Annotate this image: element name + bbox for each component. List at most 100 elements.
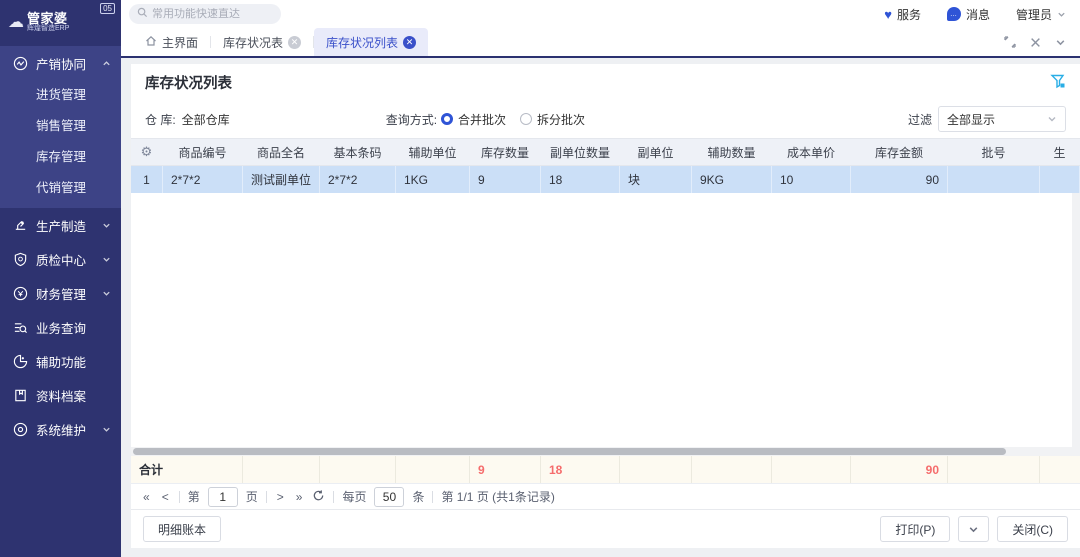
cell-production <box>1040 166 1080 193</box>
column-header[interactable]: 副单位 <box>620 139 692 165</box>
next-page-button[interactable]: > <box>275 490 286 504</box>
total-row: 合计 9 18 90 <box>131 456 1080 484</box>
sidebar-item-manufacturing[interactable]: 生产制造 <box>0 208 121 242</box>
message-menu[interactable]: … 消息 <box>947 6 990 23</box>
search-input[interactable] <box>152 8 272 20</box>
sidebar-item-finance-management[interactable]: 财务管理 <box>0 276 121 310</box>
logo-subtitle: 辉煌智造ERP <box>27 25 69 32</box>
sidebar-item-business-query[interactable]: 业务查询 <box>0 310 121 344</box>
search-list-icon <box>12 319 28 335</box>
filter-select-value: 全部显示 <box>947 111 995 128</box>
sidebar-item-label: 资料档案 <box>36 386 111 405</box>
tab-home[interactable]: 主界面 <box>133 28 210 56</box>
refresh-icon[interactable] <box>312 489 325 505</box>
tab-bar: 主界面 库存状况表 ✕ 库存状况列表 ✕ <box>121 28 1080 58</box>
column-header[interactable]: 库存数量 <box>470 139 541 165</box>
column-header[interactable]: 商品编号 <box>163 139 243 165</box>
sidebar-item-label: 辅助功能 <box>36 352 111 371</box>
column-header[interactable]: 批号 <box>948 139 1040 165</box>
heart-icon: ♥ <box>884 7 892 22</box>
print-button[interactable]: 打印(P) <box>880 516 950 542</box>
filter-select[interactable]: 全部显示 <box>938 106 1066 132</box>
filter-funnel-icon[interactable] <box>1050 73 1066 92</box>
sidebar-subitem-purchase-management[interactable]: 进货管理 <box>0 80 121 111</box>
column-header[interactable]: 辅助数量 <box>692 139 772 165</box>
sidebar-item-system-maintenance[interactable]: 系统维护 <box>0 412 121 446</box>
sidebar-item-production-sales-collab[interactable]: 产销协同 <box>0 46 121 80</box>
stock-table: ⚙ 商品编号 商品全名 基本条码 辅助单位 库存数量 副单位数量 副单位 辅助数… <box>131 138 1080 193</box>
sidebar-subitem-inventory-management[interactable]: 库存管理 <box>0 142 121 173</box>
page-number-input[interactable] <box>208 487 238 507</box>
total-cell <box>620 456 692 483</box>
radio-split-batches[interactable]: 拆分批次 <box>520 111 585 128</box>
service-menu[interactable]: ♥ 服务 <box>884 6 921 23</box>
radio-merge-batches[interactable]: 合并批次 <box>441 111 506 128</box>
page-title: 库存状况列表 <box>145 72 232 93</box>
maximize-icon[interactable] <box>1004 36 1016 48</box>
query-mode-label: 查询方式: <box>386 111 437 128</box>
tab-stock-status-list[interactable]: 库存状况列表 ✕ <box>314 28 428 56</box>
table-row-selected[interactable]: 1 2*7*2 测试副单位 2*7*2 1KG 9 18 块 9KG 10 90 <box>131 166 1080 193</box>
column-header[interactable]: 基本条码 <box>320 139 396 165</box>
vertical-scrollbar[interactable] <box>1072 193 1080 447</box>
app-window: ☁ 管家婆 辉煌智造ERP 05 产销协同 进货管理 销售管理 库存管理 代销管 <box>0 0 1080 557</box>
quick-search[interactable] <box>129 4 281 24</box>
column-header[interactable]: 成本单价 <box>772 139 851 165</box>
detail-ledger-button[interactable]: 明细账本 <box>143 516 221 542</box>
content-area: 库存状况列表 仓 库: 全部仓库 查询方式: 合并批次 <box>121 58 1080 557</box>
column-header[interactable]: 副单位数量 <box>541 139 620 165</box>
total-cell <box>320 456 396 483</box>
total-label: 合计 <box>131 456 243 483</box>
shield-icon <box>12 251 28 267</box>
divider <box>266 491 267 503</box>
cell-product-name: 测试副单位 <box>243 166 320 193</box>
app-logo: ☁ 管家婆 辉煌智造ERP 05 <box>0 0 121 44</box>
close-all-icon[interactable] <box>1030 37 1041 48</box>
cell-aux-qty: 9KG <box>692 166 772 193</box>
logo-version-badge: 05 <box>100 3 115 14</box>
sidebar: ☁ 管家婆 辉煌智造ERP 05 产销协同 进货管理 销售管理 库存管理 代销管 <box>0 0 121 557</box>
close-icon[interactable]: ✕ <box>288 36 301 49</box>
target-gear-icon <box>12 421 28 437</box>
column-header[interactable]: 辅助单位 <box>396 139 470 165</box>
warehouse-value[interactable]: 全部仓库 <box>182 111 230 128</box>
close-button[interactable]: 关闭(C) <box>997 516 1068 542</box>
tab-stock-status-report[interactable]: 库存状况表 ✕ <box>211 28 313 56</box>
column-header[interactable]: 库存金额 <box>851 139 948 165</box>
footer-bar: 明细账本 打印(P) 关闭(C) <box>131 510 1080 548</box>
page-label-post: 页 <box>246 488 258 505</box>
sidebar-subitem-sales-management[interactable]: 销售管理 <box>0 111 121 142</box>
cell-stock-amount: 90 <box>851 166 948 193</box>
total-cell <box>692 456 772 483</box>
filter-label: 过滤 <box>908 111 932 128</box>
radio-dot <box>520 113 532 125</box>
close-icon[interactable]: ✕ <box>403 36 416 49</box>
logo-brand: 管家婆 <box>27 12 69 26</box>
print-options-button[interactable] <box>958 516 989 542</box>
sidebar-item-data-archives[interactable]: 资料档案 <box>0 378 121 412</box>
column-header[interactable]: 生 <box>1040 139 1080 165</box>
robot-arm-icon <box>12 217 28 233</box>
tab-label: 库存状况列表 <box>326 34 398 51</box>
last-page-button[interactable]: » <box>294 490 305 504</box>
chevron-down-icon <box>102 425 111 434</box>
column-header[interactable]: 商品全名 <box>243 139 320 165</box>
cell-aux-unit: 1KG <box>396 166 470 193</box>
total-cell <box>1040 456 1080 483</box>
cell-sub-unit: 块 <box>620 166 692 193</box>
first-page-button[interactable]: « <box>141 490 152 504</box>
sidebar-subitem-consignment-management[interactable]: 代销管理 <box>0 173 121 204</box>
user-menu[interactable]: 管理员 <box>1016 6 1066 23</box>
sidebar-item-auxiliary-functions[interactable]: 辅助功能 <box>0 344 121 378</box>
home-icon <box>145 35 157 50</box>
prev-page-button[interactable]: < <box>160 490 171 504</box>
column-settings-gear[interactable]: ⚙ <box>131 139 163 165</box>
scrollbar-thumb[interactable] <box>133 448 1006 455</box>
total-cell <box>772 456 851 483</box>
sidebar-item-quality-center[interactable]: 质检中心 <box>0 242 121 276</box>
horizontal-scrollbar[interactable] <box>131 447 1080 456</box>
chevron-down-icon <box>102 289 111 298</box>
chevron-down-icon[interactable] <box>1055 37 1066 48</box>
per-page-input[interactable] <box>374 487 404 507</box>
chevron-down-icon <box>968 524 979 535</box>
